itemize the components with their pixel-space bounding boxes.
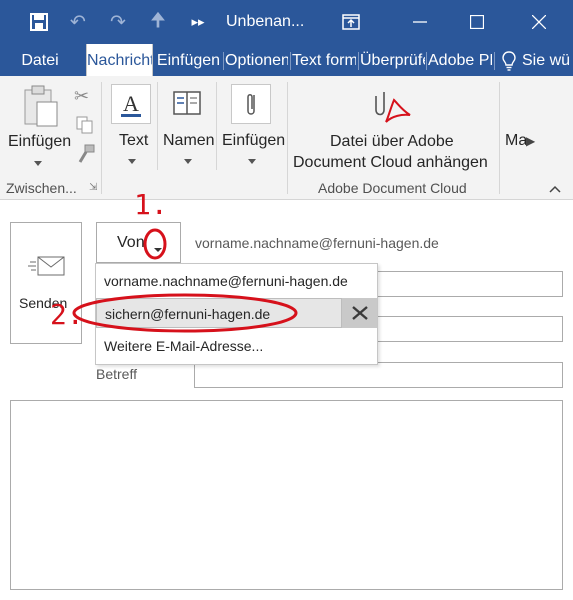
from-dropdown-icon[interactable] [153,240,163,258]
scroll-right-icon[interactable]: ▶ [526,134,535,148]
tab-separator [358,52,359,70]
from-option-sichern[interactable]: sichern@fernuni-hagen.de [96,298,342,328]
text-format-icon[interactable]: A [111,84,151,124]
up-arrow-icon[interactable]: 🠉 [146,10,170,34]
from-label: Von [117,234,145,251]
tab-separator [290,52,291,70]
insert-dropdown-icon[interactable] [248,159,256,164]
close-icon[interactable] [527,10,551,34]
clipboard-group-label: Zwischen... [6,180,77,196]
tab-einfuegen[interactable]: Einfügen [156,44,221,76]
collapse-ribbon-icon[interactable] [549,180,561,198]
adobe-attach-line1[interactable]: Datei über Adobe [330,133,454,151]
restore-window-icon[interactable] [339,10,363,34]
message-body[interactable] [10,400,563,590]
tab-separator [223,52,224,70]
more-button[interactable]: Ma [505,132,527,150]
text-button[interactable]: Text [119,132,148,150]
ribbon: Einfügen ✂ Zwischen... ⇲ A Text Namen Ei… [0,76,573,200]
svg-text:A: A [123,91,139,116]
tell-me-search[interactable]: Sie wü [522,44,573,76]
from-button[interactable]: Von [96,222,181,263]
ribbon-divider [157,82,158,170]
window-title: Unbenan... [226,13,305,30]
adobe-attach-icon[interactable] [372,88,416,133]
from-address: vorname.nachname@fernuni-hagen.de [195,235,439,251]
adobe-attach-line2[interactable]: Document Cloud anhängen [293,154,488,172]
tab-separator [426,52,427,70]
minimize-icon[interactable] [408,10,432,34]
lightbulb-icon [502,51,516,71]
redo-icon[interactable]: ↷ [106,10,130,34]
ribbon-divider [499,82,500,194]
address-book-icon[interactable] [167,84,207,124]
tab-separator [494,52,495,70]
paste-button[interactable]: Einfügen [8,133,71,151]
ribbon-divider [216,82,217,170]
ribbon-divider [287,82,288,194]
format-painter-icon[interactable] [76,144,96,169]
tab-ueberpruefen[interactable]: Überprüfen [360,44,425,76]
tab-optionen[interactable]: Optionen [225,44,288,76]
subject-field[interactable] [194,362,563,388]
from-option-more[interactable]: Weitere E-Mail-Adresse... [96,331,377,361]
ribbon-divider [101,82,102,194]
undo-icon[interactable]: ↶ [66,10,90,34]
attach-icon[interactable] [231,84,271,124]
tab-text-formatieren[interactable]: Text formatieren [292,44,356,76]
ribbon-tabs: Datei Nachricht Einfügen Optionen Text f… [0,44,573,76]
subject-label: Betreff [96,366,137,382]
annotation-step2: 2. [50,298,84,331]
from-option-primary[interactable]: vorname.nachname@fernuni-hagen.de [96,266,377,296]
annotation-step1: 1. [134,188,168,221]
from-dropdown-menu: vorname.nachname@fernuni-hagen.de sicher… [95,263,378,365]
send-envelope-icon [28,253,66,284]
names-button[interactable]: Namen [163,132,215,150]
title-bar: ↶ ↷ 🠉 ▸▸ Unbenan... [0,0,573,44]
dialog-launcher-icon[interactable]: ⇲ [89,182,97,193]
paste-dropdown-icon[interactable] [34,161,42,166]
tab-nachricht[interactable]: Nachricht [86,44,153,76]
adobe-group-label: Adobe Document Cloud [318,180,467,196]
tab-datei[interactable]: Datei [10,44,70,76]
tab-adobe-pdf[interactable]: Adobe PDF [428,44,492,76]
names-dropdown-icon[interactable] [184,159,192,164]
remove-address-icon[interactable] [342,298,377,328]
paste-icon[interactable] [20,84,60,133]
cut-icon[interactable]: ✂ [74,86,89,107]
copy-icon[interactable] [76,116,94,139]
text-dropdown-icon[interactable] [128,159,136,164]
insert-button[interactable]: Einfügen [222,132,285,150]
maximize-icon[interactable] [465,10,489,34]
save-icon[interactable] [27,10,51,34]
customize-quick-access-icon[interactable]: ▸▸ [186,10,210,34]
